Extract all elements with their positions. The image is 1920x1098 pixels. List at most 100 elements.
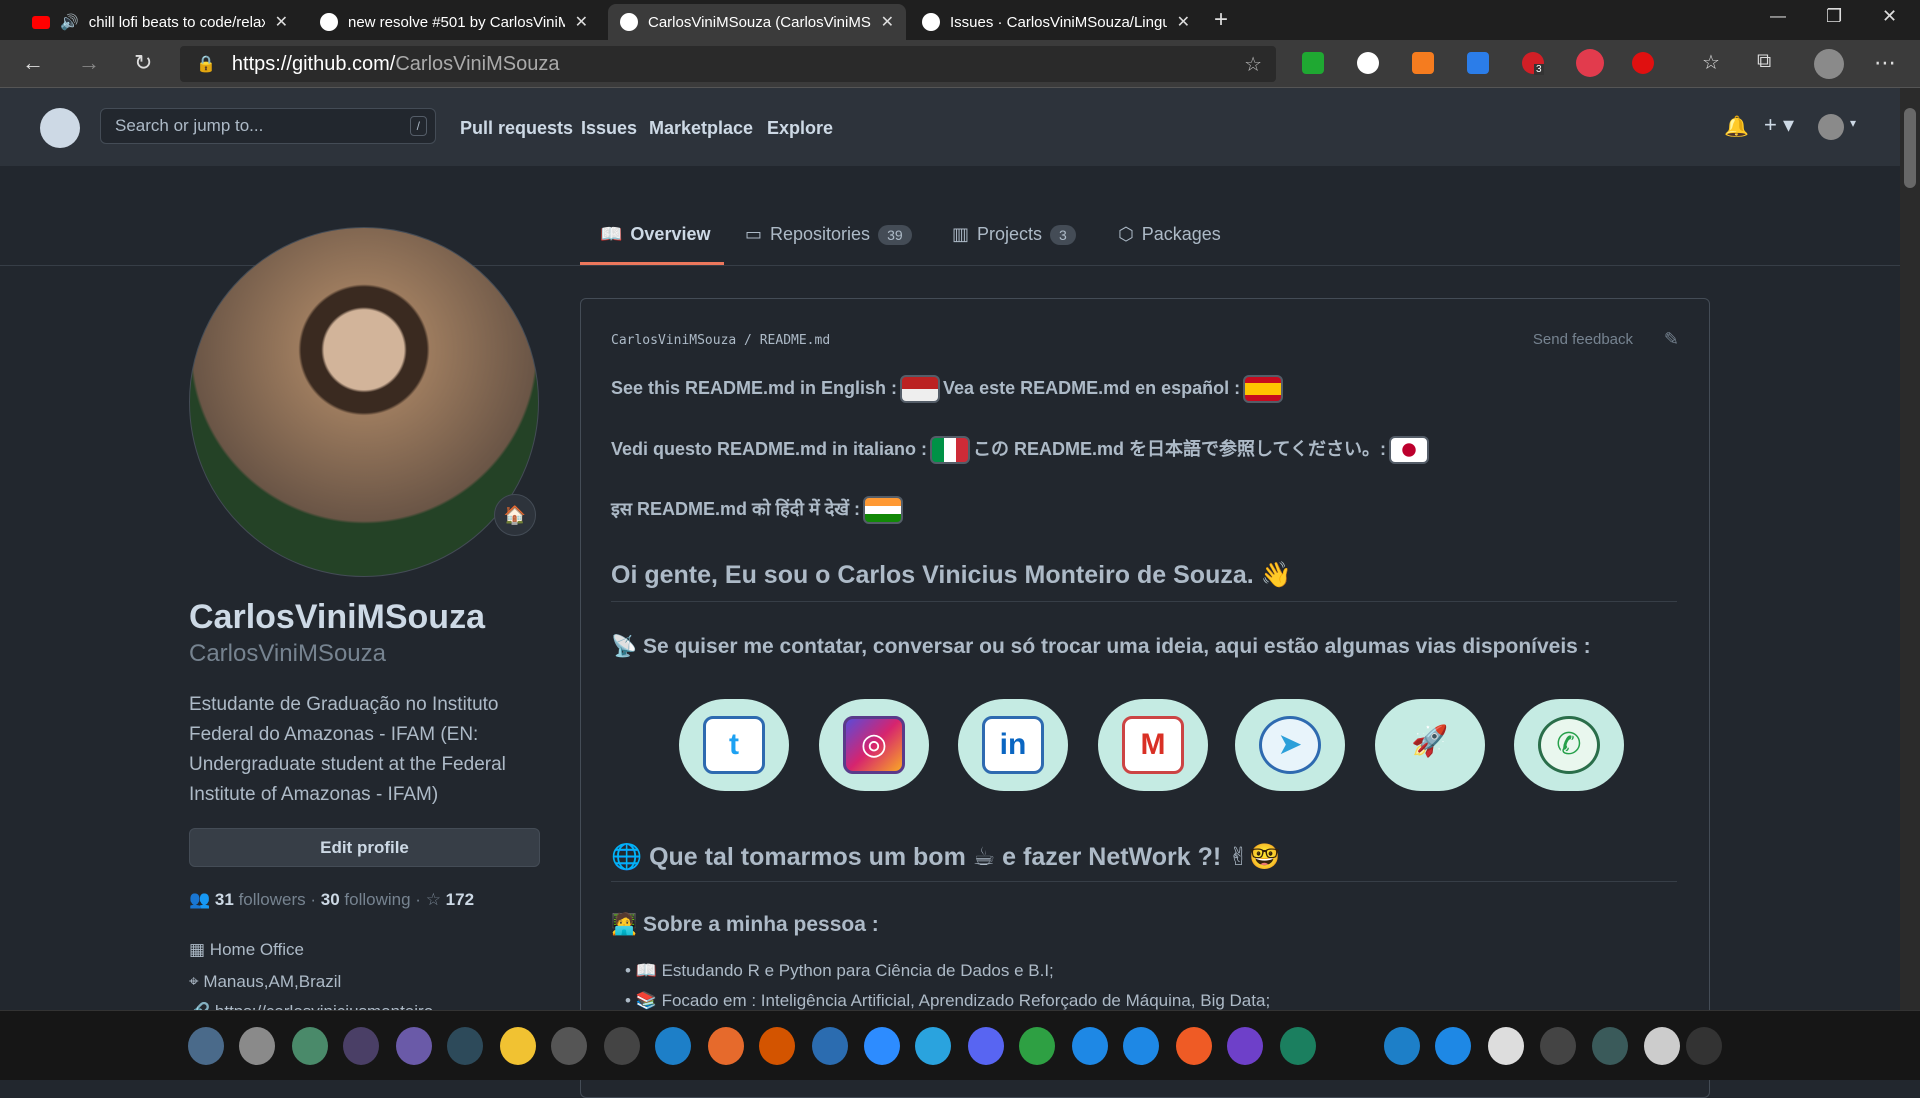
nav-marketplace[interactable]: Marketplace bbox=[649, 118, 753, 139]
profile-avatar-large[interactable] bbox=[189, 227, 539, 577]
stars-link[interactable]: 172 bbox=[446, 890, 474, 909]
close-tab-icon[interactable]: ✕ bbox=[881, 12, 894, 32]
close-window-button[interactable]: ✕ bbox=[1882, 6, 1897, 27]
github-logo-icon[interactable] bbox=[40, 108, 80, 148]
vscode-icon[interactable] bbox=[1435, 1027, 1471, 1065]
network-icon[interactable] bbox=[1592, 1027, 1628, 1065]
crumb-user-link[interactable]: CarlosViniMSouza bbox=[611, 333, 736, 348]
circle-icon[interactable] bbox=[1019, 1027, 1055, 1065]
tab-profile[interactable]: CarlosViniMSouza (CarlosViniMS ✕ bbox=[608, 4, 906, 40]
moon-icon[interactable] bbox=[343, 1027, 379, 1065]
nav-issues[interactable]: Issues bbox=[581, 118, 637, 139]
user-menu-avatar[interactable] bbox=[1818, 114, 1844, 140]
tasks-icon[interactable] bbox=[396, 1027, 432, 1065]
impress-icon[interactable] bbox=[759, 1027, 795, 1065]
telegram-icon[interactable] bbox=[915, 1027, 951, 1065]
edit-pencil-icon[interactable]: ✎ bbox=[1664, 329, 1679, 350]
tab-youtube[interactable]: 🔊 chill lofi beats to code/relax ✕ bbox=[20, 4, 300, 40]
following-link[interactable]: 30 following bbox=[321, 890, 411, 909]
reload-button[interactable]: ↻ bbox=[134, 50, 152, 76]
new-tab-button[interactable]: + bbox=[1214, 6, 1228, 34]
search-input[interactable]: Search or jump to... / bbox=[100, 108, 436, 144]
keyboard-icon[interactable] bbox=[1540, 1027, 1576, 1065]
audio-icon[interactable]: 🔊 bbox=[60, 13, 79, 31]
edge-icon[interactable] bbox=[1384, 1027, 1420, 1065]
twitter-link[interactable]: t bbox=[679, 699, 789, 791]
linkedin-link[interactable]: in bbox=[958, 699, 1068, 791]
extension-icon[interactable] bbox=[1576, 49, 1604, 77]
monitor-icon[interactable] bbox=[551, 1027, 587, 1065]
followers-link[interactable]: 31 followers bbox=[215, 890, 306, 909]
vscode-icon[interactable] bbox=[1072, 1027, 1108, 1065]
italy-flag-icon[interactable] bbox=[930, 436, 971, 465]
japan-flag-icon[interactable] bbox=[1388, 436, 1429, 465]
terminal-icon[interactable] bbox=[1280, 1027, 1316, 1065]
close-tab-icon[interactable]: ✕ bbox=[275, 12, 288, 32]
books-icon: 📚 bbox=[635, 991, 657, 1010]
files-icon[interactable] bbox=[500, 1027, 536, 1065]
search-icon[interactable] bbox=[447, 1027, 483, 1065]
firefox-icon[interactable] bbox=[708, 1027, 744, 1065]
maximize-button[interactable]: ❐ bbox=[1826, 6, 1842, 27]
minimize-button[interactable]: — bbox=[1770, 8, 1786, 26]
page-scrollbar[interactable] bbox=[1900, 88, 1920, 1010]
refresh-icon[interactable] bbox=[292, 1027, 328, 1065]
display-icon[interactable] bbox=[1488, 1027, 1524, 1065]
telegram-icon: ➤ bbox=[1259, 716, 1321, 774]
translate-icon[interactable] bbox=[1467, 52, 1489, 74]
azure-icon[interactable] bbox=[1123, 1027, 1159, 1065]
close-tab-icon[interactable]: ✕ bbox=[1177, 12, 1190, 32]
edge-icon[interactable] bbox=[655, 1027, 691, 1065]
more-icon[interactable]: ⋯ bbox=[1874, 50, 1896, 76]
scrollbar-thumb[interactable] bbox=[1904, 108, 1916, 188]
twitter-icon: t bbox=[703, 716, 765, 774]
status-house-icon[interactable]: 🏠 bbox=[494, 494, 536, 536]
india-flag-icon[interactable] bbox=[862, 496, 903, 524]
extension-icon[interactable] bbox=[1357, 52, 1379, 74]
tab-issues[interactable]: Issues · CarlosViniMSouza/Lingu ✕ bbox=[910, 4, 1202, 40]
power-icon[interactable] bbox=[239, 1027, 275, 1065]
volume-icon[interactable] bbox=[1686, 1027, 1722, 1065]
close-tab-icon[interactable]: ✕ bbox=[575, 12, 588, 32]
profile-avatar[interactable] bbox=[1814, 49, 1844, 79]
adblock-icon[interactable] bbox=[1632, 52, 1654, 74]
tab-projects[interactable]: ▥ Projects 3 bbox=[952, 224, 1076, 245]
whatsapp-link[interactable]: ✆ bbox=[1514, 699, 1624, 791]
gmail-link[interactable]: M bbox=[1098, 699, 1208, 791]
writer-icon[interactable] bbox=[812, 1027, 848, 1065]
tray-icon[interactable] bbox=[1644, 1027, 1680, 1065]
extension-icon[interactable]: 3 bbox=[1522, 52, 1544, 75]
extension-check-icon[interactable] bbox=[1302, 52, 1324, 74]
windows-icon[interactable] bbox=[188, 1027, 224, 1065]
tab-packages[interactable]: ⬡ Packages bbox=[1118, 224, 1221, 245]
notifications-bell-icon[interactable]: 🔔 bbox=[1724, 114, 1749, 139]
crumb-file-link[interactable]: README.md bbox=[760, 333, 830, 348]
forward-button[interactable]: → bbox=[78, 50, 100, 76]
postman-icon[interactable] bbox=[1176, 1027, 1212, 1065]
nav-pull-requests[interactable]: Pull requests bbox=[460, 118, 573, 139]
back-button[interactable]: ← bbox=[22, 50, 44, 76]
extension-icon[interactable] bbox=[1412, 52, 1434, 74]
zoom-icon[interactable] bbox=[864, 1027, 900, 1065]
instagram-link[interactable]: ◎ bbox=[819, 699, 929, 791]
website-link[interactable]: 🔗 https://carlosviniciusmonteiro... bbox=[189, 1002, 447, 1010]
collections-icon[interactable]: ⧉ bbox=[1757, 50, 1771, 73]
rocket-link[interactable]: 🚀 bbox=[1375, 699, 1485, 791]
favorite-icon[interactable]: ☆ bbox=[1244, 52, 1262, 77]
tab-repositories[interactable]: ▭ Repositories 39 bbox=[745, 224, 912, 245]
telegram-link[interactable]: ➤ bbox=[1235, 699, 1345, 791]
trash-icon[interactable] bbox=[604, 1027, 640, 1065]
nav-explore[interactable]: Explore bbox=[767, 118, 833, 139]
discord-icon[interactable] bbox=[968, 1027, 1004, 1065]
chevron-down-icon[interactable]: ▾ bbox=[1850, 116, 1856, 130]
us-flag-icon[interactable] bbox=[900, 375, 941, 403]
send-feedback-link[interactable]: Send feedback bbox=[1533, 331, 1633, 348]
tab-overview[interactable]: 📖 Overview bbox=[600, 224, 710, 245]
address-bar[interactable]: 🔒 https://github.com/CarlosViniMSouza ☆ bbox=[180, 46, 1276, 82]
github-desktop-icon[interactable] bbox=[1227, 1027, 1263, 1065]
favorites-icon[interactable]: ☆ bbox=[1702, 50, 1720, 75]
spain-flag-icon[interactable] bbox=[1243, 375, 1284, 403]
create-new-button[interactable]: + ▾ bbox=[1764, 112, 1794, 138]
tab-pull-request[interactable]: new resolve #501 by CarlosViniM ✕ bbox=[308, 4, 600, 40]
edit-profile-button[interactable]: Edit profile bbox=[189, 828, 540, 867]
